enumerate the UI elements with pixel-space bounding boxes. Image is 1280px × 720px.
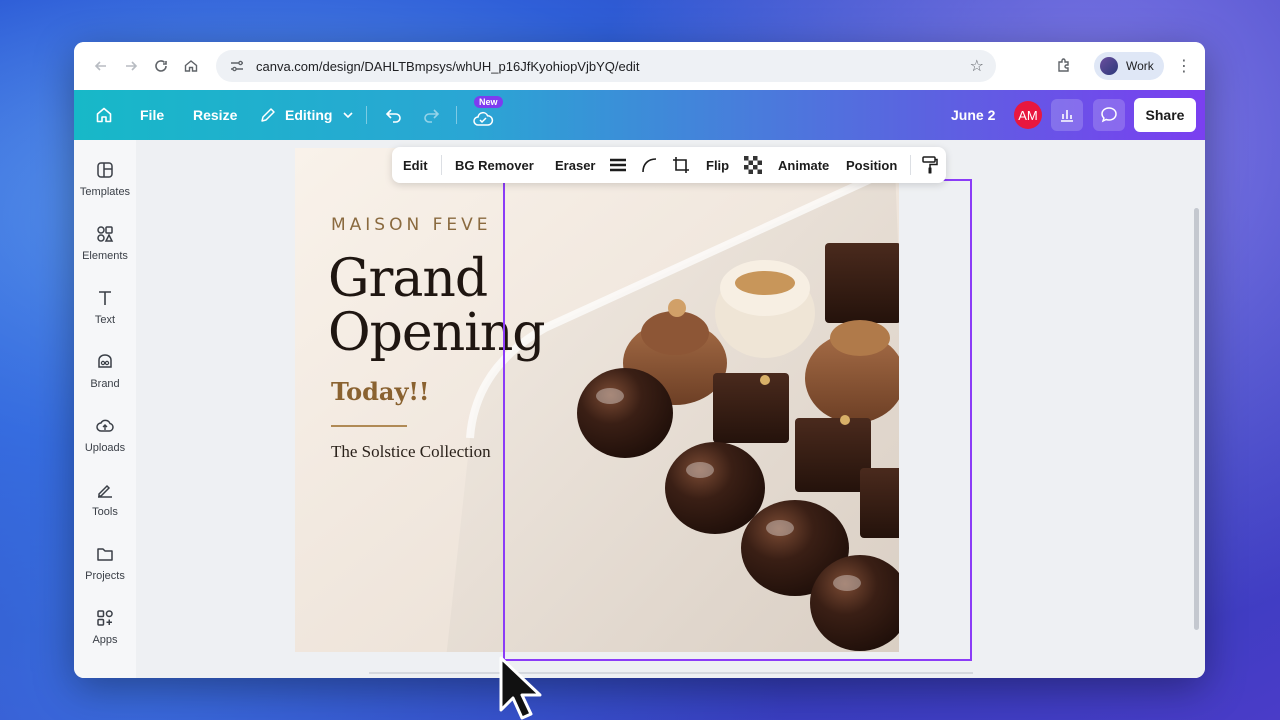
home-icon bbox=[184, 60, 198, 72]
flip-button[interactable]: Flip bbox=[706, 147, 729, 183]
forward-button[interactable] bbox=[116, 51, 146, 81]
user-avatar[interactable]: AM bbox=[1014, 101, 1042, 129]
toolbar-divider bbox=[910, 155, 911, 175]
profile-label: Work bbox=[1126, 59, 1154, 73]
page-navigation-bar bbox=[369, 672, 973, 674]
corner-rounding-button[interactable] bbox=[641, 147, 657, 183]
eraser-button[interactable]: Eraser bbox=[555, 147, 595, 183]
arrow-right-icon bbox=[126, 61, 138, 71]
apps-icon bbox=[97, 610, 113, 626]
redo-icon bbox=[424, 109, 440, 123]
sidebar-item-templates[interactable]: Templates bbox=[74, 160, 136, 198]
comment-icon bbox=[1101, 107, 1117, 123]
corner-radius-icon bbox=[642, 158, 657, 173]
elements-icon bbox=[97, 226, 114, 242]
pencil-icon bbox=[261, 108, 275, 122]
crop-button[interactable] bbox=[672, 147, 690, 183]
puzzle-icon bbox=[1058, 58, 1069, 72]
left-sidebar: Templates Elements Text Brand Uploads To… bbox=[74, 140, 136, 678]
headline-text[interactable]: Grand Opening bbox=[328, 249, 546, 363]
vertical-scrollbar[interactable] bbox=[1194, 208, 1199, 630]
uploads-icon bbox=[96, 419, 114, 432]
sidebar-item-tools[interactable]: Tools bbox=[74, 480, 136, 518]
profile-avatar bbox=[1100, 57, 1118, 75]
chevron-down-icon bbox=[343, 112, 354, 119]
reload-icon bbox=[155, 60, 167, 72]
arrow-left-icon bbox=[94, 61, 106, 71]
redo-button[interactable] bbox=[421, 90, 441, 140]
editing-label: Editing bbox=[285, 107, 333, 123]
sidebar-item-label: Templates bbox=[79, 186, 131, 198]
sidebar-item-elements[interactable]: Elements bbox=[74, 224, 136, 262]
brand-icon bbox=[98, 354, 112, 368]
sidebar-item-apps[interactable]: Apps bbox=[74, 608, 136, 646]
headline-line-2: Opening bbox=[328, 303, 546, 363]
paint-roller-icon bbox=[922, 156, 938, 174]
extensions-button[interactable] bbox=[1050, 52, 1078, 80]
brand-name-text[interactable]: MAISON FEVE bbox=[331, 215, 492, 235]
copy-style-button[interactable] bbox=[922, 147, 938, 183]
site-settings-icon[interactable] bbox=[228, 57, 246, 75]
resize-button[interactable]: Resize bbox=[193, 90, 237, 140]
transparency-button[interactable] bbox=[744, 147, 762, 183]
design-canvas[interactable]: MAISON FEVE Grand Opening Today!! The So… bbox=[295, 148, 899, 652]
headline-line-1: Grand bbox=[328, 249, 488, 309]
home-nav-button[interactable] bbox=[94, 90, 114, 140]
position-button[interactable]: Position bbox=[846, 147, 897, 183]
bg-remover-button[interactable]: BG Remover bbox=[455, 147, 534, 183]
sidebar-item-label: Uploads bbox=[84, 442, 126, 454]
animate-button[interactable]: Animate bbox=[778, 147, 829, 183]
date-label[interactable]: June 2 bbox=[951, 90, 995, 140]
home-icon bbox=[96, 107, 112, 123]
line-weight-icon bbox=[610, 158, 626, 172]
canva-header: File Resize Editing New June 2 AM Share bbox=[74, 90, 1205, 140]
sidebar-item-label: Apps bbox=[92, 634, 118, 646]
sidebar-item-projects[interactable]: Projects bbox=[74, 544, 136, 582]
back-button[interactable] bbox=[86, 51, 116, 81]
collection-text[interactable]: The Solstice Collection bbox=[331, 442, 491, 462]
divider-line[interactable] bbox=[331, 425, 407, 427]
editing-mode-dropdown[interactable]: Editing bbox=[259, 90, 354, 140]
templates-icon bbox=[97, 162, 113, 178]
image-context-toolbar: Edit BG Remover Eraser Flip Animate Posi… bbox=[392, 147, 946, 183]
file-menu[interactable]: File bbox=[140, 90, 164, 140]
sidebar-item-brand[interactable]: Brand bbox=[74, 352, 136, 390]
sidebar-item-uploads[interactable]: Uploads bbox=[74, 416, 136, 454]
header-divider bbox=[456, 106, 457, 124]
comments-button[interactable] bbox=[1093, 99, 1125, 131]
edit-button[interactable]: Edit bbox=[403, 147, 428, 183]
sidebar-item-label: Elements bbox=[82, 250, 128, 262]
insights-button[interactable] bbox=[1051, 99, 1083, 131]
border-style-button[interactable] bbox=[609, 147, 627, 183]
undo-icon bbox=[385, 109, 401, 123]
bookmark-star-icon[interactable]: ☆ bbox=[970, 56, 984, 76]
cloud-save-button[interactable] bbox=[472, 94, 494, 144]
projects-icon bbox=[97, 548, 113, 561]
url-text: canva.com/design/DAHLTBmpsys/whUH_p16JfK… bbox=[256, 58, 640, 74]
sidebar-item-label: Projects bbox=[85, 570, 125, 582]
profile-button[interactable]: Work bbox=[1094, 52, 1164, 80]
home-button[interactable] bbox=[176, 51, 206, 81]
transparency-icon bbox=[744, 156, 762, 174]
share-button[interactable]: Share bbox=[1134, 98, 1196, 132]
sidebar-item-label: Text bbox=[94, 314, 116, 326]
sidebar-item-label: Brand bbox=[90, 378, 120, 390]
text-icon bbox=[99, 291, 111, 305]
tools-icon bbox=[98, 484, 112, 498]
bar-chart-icon bbox=[1061, 110, 1073, 122]
reload-button[interactable] bbox=[146, 51, 176, 81]
tagline-text[interactable]: Today!! bbox=[331, 377, 429, 406]
browser-menu-icon[interactable]: ⋮ bbox=[1172, 54, 1196, 78]
address-bar[interactable]: canva.com/design/DAHLTBmpsys/whUH_p16JfK… bbox=[216, 50, 996, 82]
sidebar-item-text[interactable]: Text bbox=[74, 288, 136, 326]
toolbar-divider bbox=[441, 155, 442, 175]
crop-icon bbox=[673, 157, 689, 173]
cloud-check-icon bbox=[473, 111, 494, 126]
header-divider bbox=[366, 106, 367, 124]
undo-button[interactable] bbox=[384, 90, 404, 140]
mouse-cursor-icon bbox=[499, 656, 542, 720]
browser-toolbar: canva.com/design/DAHLTBmpsys/whUH_p16JfK… bbox=[74, 42, 1205, 90]
sidebar-item-label: Tools bbox=[92, 506, 118, 518]
